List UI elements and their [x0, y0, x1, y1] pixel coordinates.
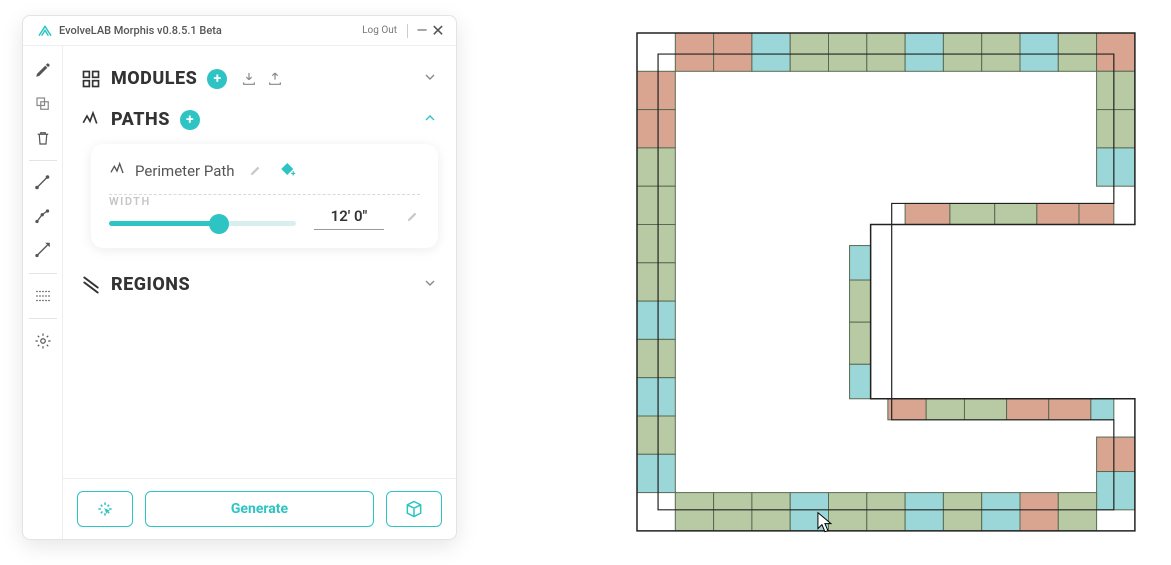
- path-card: Perimeter Path + WIDTH 12' 0": [91, 144, 438, 248]
- tool-separator-2: [29, 273, 57, 274]
- path-card-header: Perimeter Path +: [109, 160, 420, 182]
- app-title: EvolveLAB Morphis v0.8.5.1 Beta: [59, 24, 222, 37]
- floorplan-svg: [636, 32, 1138, 534]
- modules-icon: [81, 69, 101, 89]
- morphis-panel: EvolveLAB Morphis v0.8.5.1 Beta Log Out …: [22, 15, 457, 540]
- pick-target-button[interactable]: [77, 491, 133, 527]
- panel-content: MODULES + PATHS +: [63, 46, 456, 539]
- modules-section-header[interactable]: MODULES +: [81, 58, 438, 99]
- path-tool-c-icon[interactable]: [27, 235, 59, 267]
- width-slider-wrap: WIDTH: [109, 205, 296, 230]
- grid-tool-icon[interactable]: [27, 280, 59, 312]
- paths-icon: [81, 110, 101, 130]
- copy-tool-icon[interactable]: [27, 88, 59, 120]
- close-button[interactable]: ✕: [430, 23, 446, 39]
- tool-rail: [23, 46, 63, 539]
- chevron-up-icon: [422, 110, 438, 130]
- width-label: WIDTH: [109, 195, 151, 208]
- generate-button[interactable]: Generate: [145, 491, 374, 527]
- modules-title: MODULES: [111, 68, 197, 89]
- width-slider[interactable]: [109, 221, 296, 226]
- regions-section-header[interactable]: REGIONS: [81, 264, 438, 305]
- path-tool-b-icon[interactable]: [27, 201, 59, 233]
- add-path-button[interactable]: +: [180, 110, 200, 130]
- regions-title: REGIONS: [111, 274, 190, 295]
- app-logo-icon: [37, 23, 53, 39]
- panel-body: MODULES + PATHS +: [23, 46, 456, 539]
- add-module-button[interactable]: +: [207, 69, 227, 89]
- generate-label: Generate: [231, 501, 288, 517]
- tool-separator-3: [29, 318, 57, 319]
- minimize-button[interactable]: —: [414, 24, 430, 38]
- floorplan-canvas[interactable]: [636, 32, 1136, 512]
- import-modules-icon[interactable]: [241, 71, 257, 87]
- panel-titlebar: EvolveLAB Morphis v0.8.5.1 Beta Log Out …: [23, 16, 456, 46]
- logout-link[interactable]: Log Out: [362, 25, 397, 36]
- trash-tool-icon[interactable]: [27, 122, 59, 154]
- sections: MODULES + PATHS +: [63, 46, 456, 478]
- tool-separator: [29, 160, 57, 161]
- chevron-down-icon: [422, 69, 438, 89]
- export-modules-icon[interactable]: [267, 71, 283, 87]
- pencil-tool-icon[interactable]: [27, 54, 59, 86]
- width-value[interactable]: 12' 0": [314, 205, 384, 230]
- svg-text:+: +: [291, 169, 296, 178]
- path-tool-a-icon[interactable]: [27, 167, 59, 199]
- edit-path-name-icon[interactable]: [249, 162, 263, 181]
- dashed-separator: [109, 194, 420, 195]
- titlebar-divider: [407, 24, 408, 38]
- chevron-down-icon-2: [422, 275, 438, 295]
- modules-actions: [241, 71, 283, 87]
- panel-footer: Generate: [63, 478, 456, 539]
- width-row: WIDTH 12' 0": [109, 205, 420, 230]
- path-icon: [109, 161, 125, 181]
- paths-title: PATHS: [111, 109, 170, 130]
- cube-button[interactable]: [386, 491, 442, 527]
- settings-tool-icon[interactable]: [27, 325, 59, 357]
- pick-path-icon[interactable]: +: [279, 160, 297, 182]
- edit-width-icon[interactable]: [406, 208, 420, 227]
- paths-section-header[interactable]: PATHS +: [81, 99, 438, 140]
- regions-icon: [81, 275, 101, 295]
- path-name: Perimeter Path: [135, 162, 235, 180]
